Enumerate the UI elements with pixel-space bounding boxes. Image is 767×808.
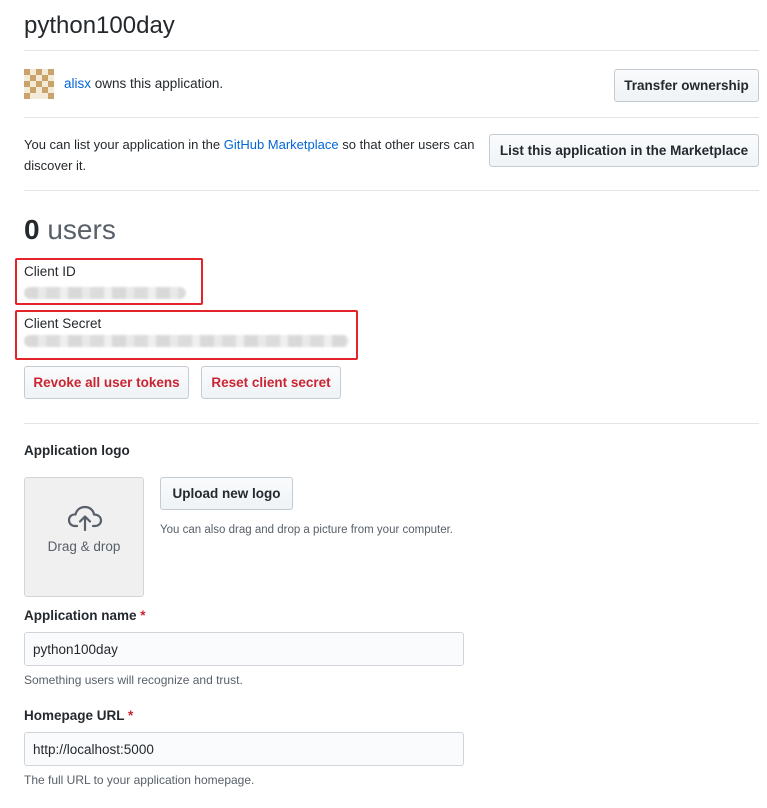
upload-new-logo-button[interactable]: Upload new logo: [160, 477, 293, 510]
owner-username-link[interactable]: alisx: [64, 76, 91, 91]
logo-dropzone[interactable]: Drag & drop: [24, 477, 144, 597]
owner-text: alisx owns this application.: [64, 76, 223, 91]
required-mark: *: [140, 608, 146, 623]
transfer-ownership-button[interactable]: Transfer ownership: [614, 69, 759, 102]
homepage-url-label: Homepage URL *: [24, 708, 133, 723]
page-title: python100day: [24, 12, 175, 39]
revoke-all-user-tokens-button[interactable]: Revoke all user tokens: [24, 366, 189, 399]
owner-avatar[interactable]: [24, 69, 54, 99]
github-marketplace-link[interactable]: GitHub Marketplace: [224, 137, 339, 152]
application-name-input[interactable]: [24, 632, 464, 666]
reset-client-secret-button[interactable]: Reset client secret: [201, 366, 341, 399]
application-name-hint: Something users will recognize and trust…: [24, 673, 243, 687]
drag-drop-label: Drag & drop: [47, 539, 121, 554]
marketplace-text-before: You can list your application in the: [24, 137, 224, 152]
divider: [24, 117, 759, 118]
client-secret-label: Client Secret: [24, 316, 102, 331]
users-count: 0 users: [24, 213, 116, 247]
application-name-label-text: Application name: [24, 608, 137, 623]
application-name-label: Application name *: [24, 608, 146, 623]
homepage-url-input[interactable]: [24, 732, 464, 766]
identicon-icon: [24, 69, 54, 99]
client-secret-value-redacted: [24, 335, 349, 347]
marketplace-text: You can list your application in the Git…: [24, 134, 486, 176]
divider: [24, 190, 759, 191]
divider: [24, 50, 759, 51]
list-in-marketplace-button[interactable]: List this application in the Marketplace: [489, 134, 759, 167]
client-id-value-redacted: [24, 287, 186, 299]
divider: [24, 423, 759, 424]
client-id-label: Client ID: [24, 264, 76, 279]
upload-cloud-icon: [67, 504, 103, 532]
application-logo-label: Application logo: [24, 443, 130, 458]
homepage-url-label-text: Homepage URL: [24, 708, 125, 723]
users-count-number: 0: [24, 214, 40, 245]
homepage-url-hint: The full URL to your application homepag…: [24, 773, 255, 787]
required-mark: *: [128, 708, 134, 723]
upload-hint: You can also drag and drop a picture fro…: [160, 524, 453, 536]
owner-owns-text: owns this application.: [91, 76, 224, 91]
users-count-label: users: [47, 214, 116, 245]
